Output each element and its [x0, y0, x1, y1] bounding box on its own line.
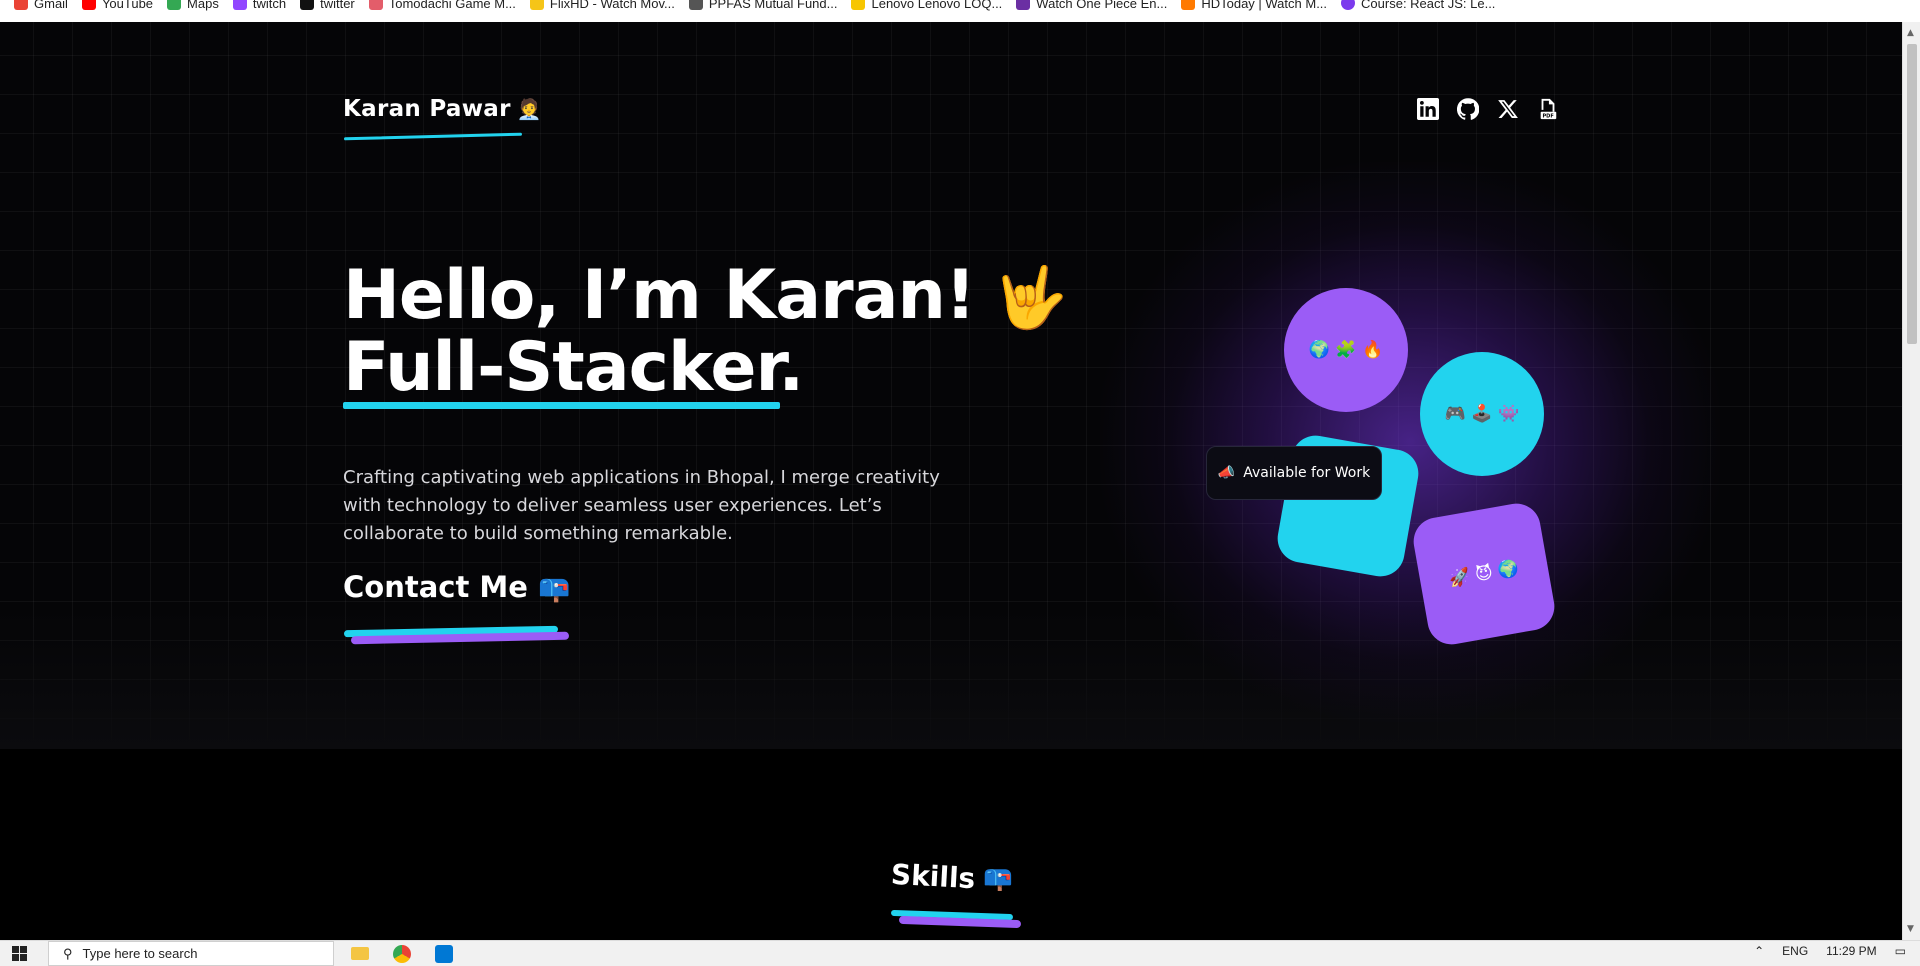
greeting-text: Hello, I’m Karan!	[343, 256, 976, 335]
notifications-icon[interactable]: ▭	[1895, 944, 1906, 958]
blob-square-purple: 🚀 😈 🌍	[1409, 499, 1559, 649]
site-icon	[529, 0, 544, 10]
search-placeholder: Type here to search	[82, 946, 198, 961]
bookmark-one-piece[interactable]: Watch One Piece En...	[1016, 0, 1167, 14]
blob-circle-purple: 🌍 🧩 🔥	[1284, 288, 1408, 412]
bookmark-gmail[interactable]: Gmail	[14, 0, 68, 14]
site-icon	[1016, 0, 1031, 10]
bookmark-twitter[interactable]: twitter	[300, 0, 355, 14]
mailbox-emoji: 📪	[983, 864, 1014, 892]
system-tray: ⌃ ENG 11:29 PM ▭	[1754, 944, 1906, 958]
available-for-work-badge: 📣 Available for Work	[1206, 446, 1382, 500]
social-links: PDF	[1416, 97, 1560, 121]
youtube-icon	[81, 0, 96, 10]
brand-underline	[343, 132, 523, 141]
clock[interactable]: 11:29 PM	[1826, 944, 1876, 958]
bookmark-hdtoday[interactable]: HDToday | Watch M...	[1181, 0, 1327, 14]
brand-name: Karan Pawar	[343, 96, 511, 122]
site-icon	[368, 0, 383, 10]
skills-heading: Skills 📪	[890, 857, 1022, 929]
scrollbar-thumb[interactable]	[1907, 44, 1917, 344]
bookmark-maps[interactable]: Maps	[167, 0, 219, 14]
language-indicator[interactable]: ENG	[1782, 944, 1808, 958]
vertical-scrollbar[interactable]: ▲ ▼	[1902, 22, 1920, 940]
vscode-icon[interactable]	[430, 941, 458, 966]
gmail-icon	[14, 0, 28, 10]
bookmark-youtube[interactable]: YouTube	[81, 0, 153, 14]
badge-text: Available for Work	[1243, 465, 1371, 481]
page-viewport: Karan Pawar 🧑‍💼 PDF Hello, I’m Karan! 🤟 Fu…	[0, 22, 1902, 940]
github-icon	[1457, 98, 1479, 120]
linkedin-icon	[1417, 98, 1439, 120]
hero-role: Full-Stacker.	[343, 328, 804, 407]
resume-pdf-link[interactable]: PDF	[1536, 97, 1560, 121]
site-icon	[688, 0, 703, 10]
bookmark-ppfas[interactable]: PPFAS Mutual Fund...	[688, 0, 837, 14]
role-underline	[343, 402, 780, 409]
contact-label: Contact Me	[343, 570, 528, 604]
pdf-icon: PDF	[1540, 98, 1557, 120]
scroll-up-arrow-icon[interactable]: ▲	[1907, 28, 1914, 38]
mailbox-emoji: 📪	[537, 574, 571, 604]
x-link[interactable]	[1496, 97, 1520, 121]
github-link[interactable]	[1456, 97, 1480, 121]
bookmarks-bar: Gmail YouTube Maps twitch twitter Tomoda…	[0, 0, 1920, 23]
taskbar-search-input[interactable]: ⚲ Type here to search	[48, 941, 334, 966]
chrome-icon[interactable]	[388, 941, 416, 966]
blob-circle-cyan: 🎮 🕹️ 👾	[1420, 352, 1544, 476]
search-icon: ⚲	[63, 945, 73, 961]
brand-logo[interactable]: Karan Pawar 🧑‍💼	[343, 96, 542, 141]
windows-taskbar: ⚲ Type here to search ⌃ ENG 11:29 PM ▭	[0, 940, 1920, 966]
scroll-down-arrow-icon[interactable]: ▼	[1907, 924, 1914, 934]
rock-hand-emoji: 🤟	[992, 263, 1068, 333]
contact-me-button[interactable]: Contact Me 📪	[343, 570, 571, 645]
x-icon	[1498, 100, 1518, 118]
bookmark-twitch[interactable]: twitch	[232, 0, 286, 14]
file-explorer-icon[interactable]	[346, 941, 374, 966]
megaphone-icon: 📣	[1217, 465, 1236, 481]
svg-text:PDF: PDF	[1543, 114, 1555, 120]
bookmark-lenovo[interactable]: Lenovo Lenovo LOQ...	[851, 0, 1002, 14]
linkedin-link[interactable]	[1416, 97, 1440, 121]
taskbar-apps	[346, 941, 458, 966]
twitch-icon	[232, 0, 247, 10]
hero-section: Karan Pawar 🧑‍💼 PDF Hello, I’m Karan! 🤟 Fu…	[0, 22, 1902, 749]
skills-title: Skills	[890, 857, 977, 896]
twitter-icon	[300, 0, 315, 10]
brand-emoji: 🧑‍💼	[516, 97, 542, 121]
bookmark-flixhd[interactable]: FlixHD - Watch Mov...	[529, 0, 675, 14]
hero-description: Crafting captivating web applications in…	[343, 467, 940, 544]
windows-start-icon[interactable]	[12, 946, 28, 962]
site-icon	[1341, 0, 1356, 10]
chevron-up-icon[interactable]: ⌃	[1754, 944, 1764, 958]
bookmark-tomodachi[interactable]: Tomodachi Game M...	[368, 0, 516, 14]
site-icon	[851, 0, 866, 10]
bookmark-course-react[interactable]: Course: React JS: Le...	[1341, 0, 1495, 14]
hero-greeting: Hello, I’m Karan! 🤟	[343, 260, 1068, 334]
maps-icon	[167, 0, 182, 10]
site-icon	[1181, 0, 1196, 10]
purple-glow	[1100, 162, 1720, 722]
